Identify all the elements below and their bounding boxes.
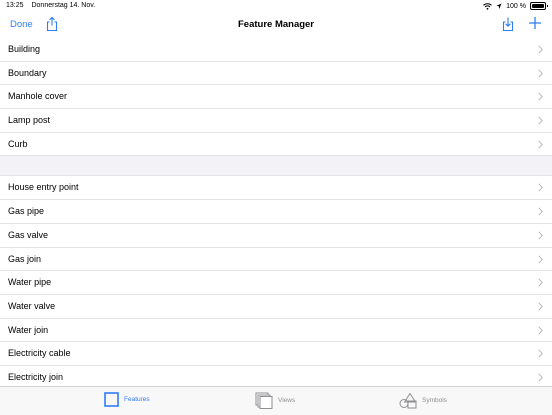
- status-bar: 13:25 Donnerstag 14. Nov. 100 %: [0, 0, 552, 12]
- chevron-right-icon: [538, 140, 543, 149]
- list-item-label: Gas pipe: [8, 206, 45, 217]
- wifi-icon: [483, 2, 492, 10]
- list-item-label: Water pipe: [8, 277, 52, 288]
- tab-symbols[interactable]: Symbols: [399, 392, 447, 409]
- list-item-label: Manhole cover: [8, 91, 68, 102]
- list-item-label: Building: [8, 44, 41, 54]
- list-item[interactable]: Manhole cover: [0, 85, 552, 110]
- list-item[interactable]: Electricity cable: [0, 342, 552, 366]
- chevron-right-icon: [538, 45, 543, 54]
- page-title: Feature Manager: [237, 19, 315, 30]
- chevron-right-icon: [538, 278, 543, 287]
- list-item-label: Water join: [8, 324, 49, 335]
- chevron-right-icon: [538, 69, 543, 78]
- status-time: 13:25: [6, 2, 24, 9]
- chevron-right-icon: [538, 254, 543, 264]
- battery-icon: [530, 2, 548, 10]
- list-item-label: Curb: [8, 138, 28, 149]
- chevron-right-icon: [538, 349, 543, 358]
- add-icon[interactable]: [528, 15, 542, 31]
- list-item[interactable]: Building: [0, 38, 552, 62]
- list-item[interactable]: Curb: [0, 132, 552, 157]
- chevron-right-icon: [538, 326, 543, 335]
- chevron-right-icon: [538, 207, 543, 216]
- tab-label: Symbols: [422, 397, 447, 404]
- chevron-right-icon: [538, 183, 543, 192]
- tab-label: Views: [278, 397, 296, 404]
- location-icon: [496, 3, 502, 9]
- tab-bar: Features Views Symbols: [0, 386, 552, 415]
- shapes-icon: [399, 392, 417, 409]
- list-item[interactable]: Boundary: [0, 61, 552, 86]
- chevron-right-icon: [538, 116, 543, 125]
- list-item-label: Gas join: [8, 253, 42, 264]
- feature-list: Building Boundary Manhole cover Lamp pos…: [0, 38, 552, 390]
- list-item-label: House entry point: [8, 182, 79, 193]
- chevron-right-icon: [538, 373, 543, 382]
- status-left: 13:25 Donnerstag 14. Nov.: [6, 2, 101, 9]
- list-item-label: Electricity join: [8, 371, 64, 382]
- stacked-pages-icon: [255, 392, 273, 409]
- list-item-label: Water valve: [8, 300, 56, 311]
- chevron-right-icon: [538, 92, 543, 101]
- list-item-label: Gas valve: [8, 229, 49, 240]
- status-date: Donnerstag 14. Nov.: [31, 2, 96, 9]
- list-item-label: Boundary: [8, 67, 47, 78]
- list-item-label: Lamp post: [8, 115, 51, 126]
- list-item[interactable]: Water valve: [0, 294, 552, 319]
- import-icon[interactable]: [501, 16, 515, 32]
- tab-label: Features: [124, 396, 150, 403]
- list-item-label: Electricity cable: [8, 348, 71, 359]
- chevron-right-icon: [538, 302, 543, 311]
- tab-features[interactable]: Features: [104, 392, 150, 407]
- status-right: 100 %: [483, 2, 548, 10]
- tab-views[interactable]: Views: [255, 392, 295, 409]
- list-item[interactable]: House entry point: [0, 176, 552, 201]
- chevron-right-icon: [538, 231, 543, 240]
- list-item[interactable]: Gas pipe: [0, 200, 552, 224]
- list-item[interactable]: Gas valve: [0, 223, 552, 248]
- section-separator: [0, 156, 552, 177]
- list-item[interactable]: Water pipe: [0, 271, 552, 295]
- list-item[interactable]: Lamp post: [0, 109, 552, 133]
- square-icon: [104, 392, 119, 407]
- navigation-bar: Done Feature Manager: [0, 12, 552, 39]
- list-item[interactable]: Gas join: [0, 247, 552, 272]
- list-item[interactable]: Water join: [0, 318, 552, 343]
- battery-percent: 100 %: [506, 2, 526, 10]
